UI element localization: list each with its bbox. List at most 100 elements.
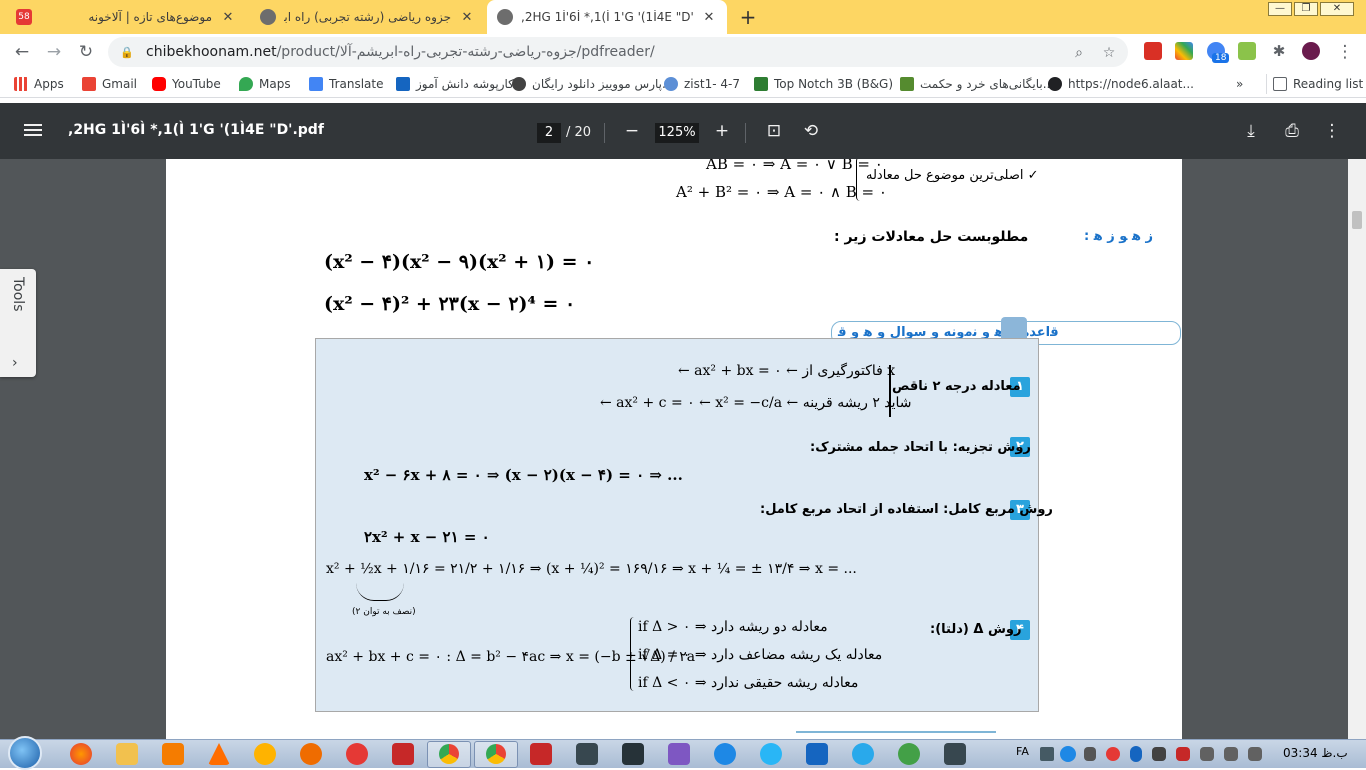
app-icon[interactable] [346, 743, 368, 765]
bookmark-node6[interactable]: https://node6.alaat... [1048, 74, 1194, 94]
exercise-equation-2: (x² − ۴)² + ۲۳(x − ۲)⁴ = ۰ [324, 293, 576, 315]
globe-icon [1048, 77, 1062, 91]
profile-avatar[interactable] [1302, 42, 1320, 60]
apps-grid-icon [14, 77, 28, 91]
top-label: ✓ اصلی‌ترین موضوع حل معادله [866, 168, 1039, 183]
extension-badge: 18 [1212, 53, 1230, 63]
bookmark-youtube[interactable]: YouTube [152, 74, 221, 94]
tab-jozve[interactable]: جزوه ریاضی (رشته تجربی) راه ابریشم آلا ✕ [250, 0, 485, 34]
media-play-icon[interactable] [714, 743, 736, 765]
tray-shield-icon[interactable] [1176, 747, 1190, 761]
reading-list-button[interactable]: Reading list [1266, 74, 1363, 94]
extension-red-icon[interactable] [1144, 42, 1162, 60]
back-button[interactable]: ← [10, 40, 34, 64]
volume-icon[interactable] [1248, 747, 1262, 761]
bookmark-apps[interactable]: Apps [14, 74, 64, 94]
minimize-button[interactable]: — [1268, 2, 1292, 16]
shield-icon[interactable] [392, 743, 414, 765]
bookmark-label: Gmail [102, 77, 138, 91]
start-button[interactable] [8, 736, 42, 770]
bluetooth-icon[interactable] [1130, 746, 1142, 762]
app-icon[interactable] [622, 743, 644, 765]
globe-icon [260, 9, 276, 25]
clock[interactable]: ب.ظ 03:34 [1283, 746, 1348, 760]
bookmark-label: بایگانی‌های خرد و حکمت... [920, 77, 1054, 91]
firefox-icon[interactable] [70, 743, 92, 765]
bookmark-translate[interactable]: Translate [309, 74, 384, 94]
file-explorer-icon[interactable] [116, 743, 138, 765]
app-icon[interactable] [254, 743, 276, 765]
power-icon[interactable] [1200, 747, 1214, 761]
keyboard-icon[interactable] [1040, 747, 1054, 761]
chrome-taskbar-active[interactable] [427, 741, 471, 768]
close-tab-icon[interactable]: ✕ [220, 9, 236, 25]
network-icon[interactable] [1224, 747, 1238, 761]
extension-color-icon[interactable] [1175, 42, 1193, 60]
tab-pdf-active[interactable]: ,2HG 1Ì'6Ì *,1(Ì 1'G '(1Ì4E "D'.pdf ✕ [487, 0, 727, 34]
vertical-scrollbar[interactable] [1348, 159, 1366, 739]
extensions-puzzle-icon[interactable]: ✱ [1270, 42, 1288, 60]
section-1-line-1: ← ax² + bx = ۰ ← فاکتورگیری از x [678, 363, 896, 379]
tab-alakhoone[interactable]: 58 موضوع‌های تازه | آلاخونه ✕ [6, 0, 246, 34]
zoom-out-button[interactable]: − [621, 120, 643, 142]
bookmark-star-icon[interactable]: ☆ [1100, 45, 1118, 63]
internet-explorer-icon[interactable] [760, 743, 782, 765]
tray-icon[interactable] [1106, 747, 1120, 761]
browser-menu-icon[interactable]: ⋮ [1333, 40, 1357, 64]
bookmarks-overflow-button[interactable]: » [1236, 74, 1243, 94]
language-indicator[interactable]: FA [1016, 745, 1029, 758]
pdf-menu-icon[interactable] [24, 121, 42, 139]
globe-icon [497, 9, 513, 25]
address-bar[interactable]: 🔒 chibekhoonam.net/product/جزوه-ریاضی-رش… [108, 37, 1128, 67]
section-4-case-3: if Δ < ۰ ⇒ معادله ریشه حقیقی ندارد [638, 675, 859, 691]
visual-studio-icon[interactable] [668, 743, 690, 765]
chrome-taskbar-second[interactable] [474, 741, 518, 768]
app-icon[interactable] [944, 743, 966, 765]
close-tab-icon[interactable]: ✕ [701, 9, 717, 25]
bookmark-zist[interactable]: zist1- 4-7 [664, 74, 740, 94]
chevron-right-icon: › [12, 355, 18, 371]
zoom-level-input[interactable]: 125% [655, 123, 699, 143]
bookmark-kherad[interactable]: بایگانی‌های خرد و حکمت... [900, 74, 1054, 94]
tab-strip: 58 موضوع‌های تازه | آلاخونه ✕ جزوه ریاضی… [0, 0, 1366, 34]
extension-plant-icon[interactable] [1238, 42, 1256, 60]
fit-page-button[interactable]: ⊡ [763, 120, 785, 142]
translate-icon [309, 77, 323, 91]
telegram-icon[interactable] [852, 743, 874, 765]
reload-button[interactable]: ↻ [74, 40, 98, 64]
word-icon[interactable] [806, 743, 828, 765]
restore-button[interactable]: ❐ [1294, 2, 1318, 16]
print-button[interactable]: ⎙ [1281, 120, 1303, 142]
rotate-button[interactable]: ⟲ [800, 120, 822, 142]
scrollbar-thumb[interactable] [1352, 211, 1362, 229]
zoom-in-button[interactable]: + [711, 120, 733, 142]
tray-icon[interactable] [1152, 747, 1166, 761]
bookmark-maps[interactable]: Maps [239, 74, 291, 94]
bookmark-parsmovies[interactable]: پارس مووییز دانلود رایگان... [512, 74, 673, 94]
download-button[interactable]: ⤓ [1240, 120, 1262, 142]
close-window-button[interactable]: ✕ [1320, 2, 1354, 16]
help-icon[interactable] [1060, 746, 1076, 762]
pdf-more-menu-button[interactable]: ⋮ [1321, 120, 1343, 142]
bookmark-karposhe[interactable]: کارپوشه دانش آموز [396, 74, 514, 94]
section-3-equation-2: x² + ½x + ۱/۱۶ = ۲۱/۲ + ۱/۱۶ ⇒ (x + ¼)² … [326, 561, 857, 577]
forward-button[interactable]: → [42, 40, 66, 64]
bookmark-label: Reading list [1293, 77, 1364, 91]
page-number-input[interactable]: 2 [537, 123, 561, 143]
bookmark-gmail[interactable]: Gmail [82, 74, 137, 94]
close-tab-icon[interactable]: ✕ [459, 9, 475, 25]
app-icon[interactable] [576, 743, 598, 765]
notification-icon[interactable] [1084, 747, 1096, 761]
bookmark-label: Top Notch 3B (B&G) [774, 77, 894, 91]
tools-panel-tab[interactable]: Tools › [0, 269, 36, 377]
chrome-icon [486, 744, 506, 764]
zoom-magnifier-icon[interactable]: ⌕ [1070, 45, 1088, 63]
pdf-reader-icon[interactable] [530, 743, 552, 765]
vlc-icon[interactable] [208, 743, 230, 765]
new-tab-button[interactable]: + [737, 6, 759, 28]
media-player-icon[interactable] [162, 743, 184, 765]
app-icon[interactable] [898, 743, 920, 765]
bookmark-topnotch[interactable]: Top Notch 3B (B&G) [754, 74, 893, 94]
app-icon[interactable] [300, 743, 322, 765]
chrome-icon [439, 744, 459, 764]
